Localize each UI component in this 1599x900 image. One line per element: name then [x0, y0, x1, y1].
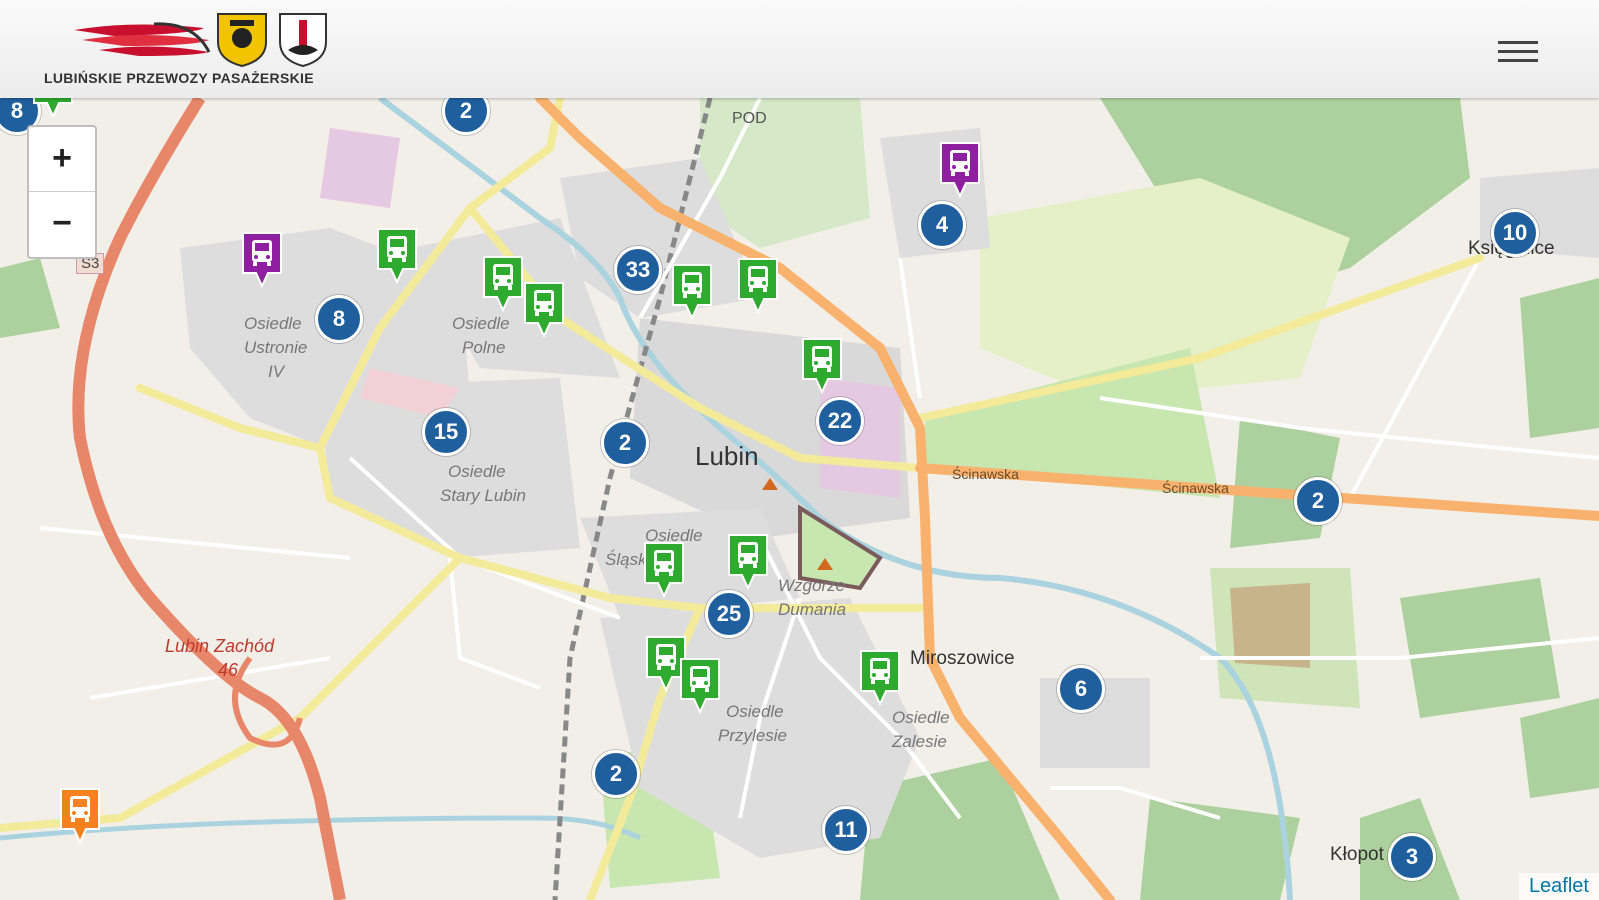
- district-label: Osiedle Przylesie: [718, 700, 787, 748]
- map-tiles[interactable]: [0, 98, 1599, 900]
- district-label: Wzgórze Dumania: [778, 574, 846, 622]
- stop-cluster[interactable]: 2: [601, 419, 649, 467]
- company-logo-icon: [74, 13, 327, 68]
- bus-stop-marker-icon[interactable]: [800, 336, 844, 395]
- stop-cluster[interactable]: 15: [422, 408, 470, 456]
- district-label-line: Osiedle: [892, 708, 950, 727]
- stop-cluster[interactable]: 25: [705, 590, 753, 638]
- district-label-line: Dumania: [778, 600, 847, 619]
- bus-stop-marker-icon[interactable]: [481, 254, 525, 313]
- hamburger-menu-icon[interactable]: [1496, 36, 1540, 70]
- district-label: Osiedle Polne: [452, 312, 510, 360]
- stop-cluster[interactable]: 10: [1491, 209, 1539, 257]
- district-label-line: Polne: [462, 338, 506, 357]
- district-label-line: Osiedle: [726, 702, 784, 721]
- bus-stop-marker-icon[interactable]: [240, 230, 284, 289]
- stop-cluster[interactable]: 3: [1388, 833, 1436, 881]
- bus-stop-marker-icon[interactable]: [642, 540, 686, 599]
- bus-stop-marker-icon[interactable]: [736, 256, 780, 315]
- district-label-line: Stary Lubin: [440, 486, 526, 505]
- app-header: LUBIŃSKIE PRZEWOZY PASAŻERSKIE: [0, 0, 1599, 98]
- map-attribution[interactable]: Leaflet: [1518, 873, 1599, 900]
- district-label-line: Przylesie: [718, 726, 787, 745]
- coat-of-arms-icon: [217, 13, 267, 68]
- place-label-klopot: Kłopot: [1330, 844, 1384, 865]
- stop-cluster[interactable]: 2: [1294, 477, 1342, 525]
- zoom-in-button[interactable]: +: [29, 127, 95, 192]
- place-label-pod: POD: [732, 110, 767, 127]
- street-label-sciniawska: Ścinawska: [1162, 480, 1229, 496]
- district-label-line: Osiedle: [244, 314, 302, 333]
- logo-text: LUBIŃSKIE PRZEWOZY PASAŻERSKIE: [44, 70, 314, 86]
- motorway-exit-number: 46: [218, 660, 239, 680]
- bus-stop-marker-icon[interactable]: [670, 262, 714, 321]
- stop-cluster[interactable]: 33: [614, 246, 662, 294]
- district-label-line: IV: [268, 362, 285, 381]
- stop-cluster[interactable]: 11: [822, 806, 870, 854]
- district-label: Osiedle Zalesie: [892, 706, 950, 754]
- zoom-out-button[interactable]: −: [29, 192, 95, 256]
- stop-cluster[interactable]: 8: [315, 295, 363, 343]
- bus-stop-marker-icon[interactable]: [31, 98, 75, 119]
- map-view[interactable]: Lubin Miroszowice Księginice Kłopot POD …: [0, 98, 1599, 900]
- bus-stop-marker-icon[interactable]: [522, 280, 566, 339]
- stop-cluster[interactable]: 2: [592, 750, 640, 798]
- district-label-line: Osiedle: [452, 314, 510, 333]
- district-label: Osiedle Stary Lubin: [440, 460, 526, 508]
- bus-stop-marker-icon[interactable]: [678, 656, 722, 715]
- motorway-junction-label: Lubin Zachód: [165, 636, 275, 656]
- stop-cluster[interactable]: 6: [1057, 665, 1105, 713]
- logo[interactable]: LUBIŃSKIE PRZEWOZY PASAŻERSKIE: [44, 10, 364, 92]
- district-label-line: Ustronie: [244, 338, 308, 357]
- bus-stop-marker-icon[interactable]: [58, 786, 102, 845]
- district-label-line: Zalesie: [892, 732, 947, 751]
- city-label-lubin: Lubin: [695, 441, 759, 471]
- bus-stop-marker-icon[interactable]: [858, 648, 902, 707]
- district-label-line: Wzgórze: [778, 576, 846, 595]
- stop-cluster[interactable]: 22: [816, 397, 864, 445]
- district-label-line: Osiedle: [448, 462, 506, 481]
- zoom-control: + −: [27, 125, 97, 259]
- place-label-miroszowice: Miroszowice: [910, 648, 1015, 669]
- bus-stop-marker-icon[interactable]: [938, 140, 982, 199]
- district-label: Osiedle Ustronie IV: [244, 312, 307, 384]
- street-label-sciniawska: Ścinawska: [952, 466, 1019, 482]
- stop-cluster[interactable]: 4: [918, 201, 966, 249]
- bus-stop-marker-icon[interactable]: [726, 532, 770, 591]
- town-crest-icon: [279, 13, 327, 68]
- bus-stop-marker-icon[interactable]: [375, 226, 419, 285]
